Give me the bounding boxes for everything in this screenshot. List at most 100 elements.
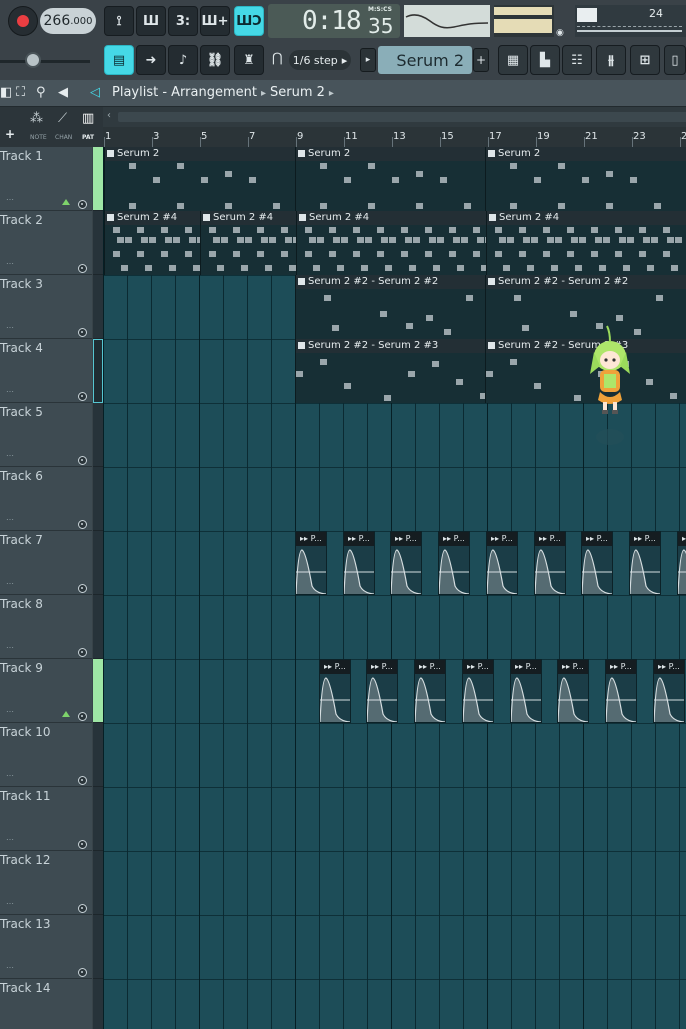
timeline-ruler[interactable]: ‹ 135791113151719212325 — [103, 107, 686, 147]
audio-clip[interactable]: ▸▸ P... — [581, 531, 613, 595]
track-mute-button[interactable] — [78, 584, 87, 593]
metronome-button[interactable]: ⟟ — [104, 6, 134, 36]
breadcrumb-pattern[interactable]: Serum 2 — [270, 85, 325, 100]
track-header[interactable]: Track 13… — [0, 915, 92, 979]
audio-clip-title[interactable]: ▸▸ P... — [630, 532, 660, 546]
track-mute-button[interactable] — [78, 712, 87, 721]
playlist-window-button[interactable]: ▦ — [498, 45, 528, 75]
add-track-button[interactable]: + — [5, 127, 15, 141]
eye-icon[interactable]: ◉ — [556, 28, 564, 38]
track-menu-icon[interactable]: … — [6, 641, 14, 650]
clip-title[interactable]: Serum 2 — [296, 147, 485, 161]
zoom-tool-icon[interactable]: ⚲ — [36, 85, 46, 100]
track-name[interactable]: Track 10 — [0, 725, 50, 739]
tempo-display[interactable]: 266.000 — [40, 8, 96, 34]
record-button[interactable] — [8, 6, 38, 36]
piano-roll-window-button[interactable]: ▙ — [530, 45, 560, 75]
track-color-strip[interactable] — [93, 979, 103, 1029]
track-color-strip[interactable] — [93, 531, 103, 595]
track-header[interactable]: Track 4… — [0, 339, 92, 403]
track-color-strip[interactable] — [93, 659, 103, 723]
master-volume-knob[interactable] — [25, 52, 41, 68]
audio-clip[interactable]: ▸▸ P... — [295, 531, 327, 595]
add-pattern-button[interactable]: + — [473, 48, 489, 72]
track-name[interactable]: Track 12 — [0, 853, 50, 867]
track-color-strip[interactable] — [93, 723, 103, 787]
track-menu-icon[interactable]: … — [6, 577, 14, 586]
audio-clip[interactable]: ▸▸ P... — [414, 659, 446, 723]
scrollbar-thumb[interactable] — [118, 112, 686, 122]
track-color-strip[interactable] — [93, 403, 103, 467]
audio-clip-title[interactable]: ▸▸ P... — [511, 660, 541, 674]
pattern-clip[interactable]: Serum 2 #2 - Serum 2 #2 — [295, 275, 485, 339]
track-header[interactable]: Track 14… — [0, 979, 92, 1029]
clip-title[interactable]: Serum 2 #4 — [105, 211, 200, 225]
link-button[interactable]: ⛓ — [200, 45, 230, 75]
track-mute-button[interactable] — [78, 392, 87, 401]
track-menu-icon[interactable]: … — [6, 897, 14, 906]
audio-clip[interactable]: ▸▸ P... — [319, 659, 351, 723]
audio-clip-title[interactable]: ▸▸ P... — [320, 660, 350, 674]
track-menu-icon[interactable]: … — [6, 321, 14, 330]
audio-clip[interactable]: ▸▸ P... — [677, 531, 686, 595]
clip-title[interactable]: Serum 2 #2 - Serum 2 #2 — [486, 275, 686, 289]
pattern-clip[interactable]: Serum 2 — [295, 147, 485, 211]
track-color-strip[interactable] — [93, 915, 103, 979]
track-header[interactable]: Track 3… — [0, 275, 92, 339]
audio-clip[interactable]: ▸▸ P... — [534, 531, 566, 595]
audio-clip[interactable]: ▸▸ P... — [605, 659, 637, 723]
audio-clip[interactable]: ▸▸ P... — [557, 659, 589, 723]
clip-title[interactable]: Serum 2 — [105, 147, 296, 161]
audio-clip[interactable]: ▸▸ P... — [462, 659, 494, 723]
audio-clip-title[interactable]: ▸▸ P... — [439, 532, 469, 546]
speaker-icon[interactable]: ◀ — [58, 85, 68, 100]
track-mute-button[interactable] — [78, 328, 87, 337]
slide-button[interactable]: ♪ — [168, 45, 198, 75]
audio-clip[interactable]: ▸▸ P... — [343, 531, 375, 595]
playlist-view-button[interactable]: ▤ — [104, 45, 134, 75]
track-name[interactable]: Track 5 — [0, 405, 43, 419]
pattern-clip[interactable]: Serum 2 — [485, 147, 686, 211]
track-name[interactable]: Track 2 — [0, 213, 43, 227]
track-header[interactable]: Track 5 … — [0, 403, 92, 467]
audio-clip[interactable]: ▸▸ P... — [390, 531, 422, 595]
next-button[interactable]: ➜ — [136, 45, 166, 75]
audio-clip-title[interactable]: ▸▸ P... — [367, 660, 397, 674]
track-mute-button[interactable] — [78, 968, 87, 977]
channel-rack-button[interactable]: ☷ — [562, 45, 592, 75]
track-mute-button[interactable] — [78, 904, 87, 913]
track-header[interactable]: Track 10… — [0, 723, 92, 787]
track-header[interactable]: Track 9… — [0, 659, 92, 723]
note-label[interactable]: NOTE — [30, 134, 47, 141]
audio-clip-title[interactable]: ▸▸ P... — [558, 660, 588, 674]
track-mute-button[interactable] — [78, 776, 87, 785]
pat-label[interactable]: PAT — [82, 134, 94, 141]
audio-clip[interactable]: ▸▸ P... — [510, 659, 542, 723]
playlist-grid[interactable]: Serum 2 Serum 2 Serum 2 Serum 2 #4 Serum 2 #… — [103, 147, 686, 1029]
audio-clip-icon[interactable]: ⁂ — [30, 111, 43, 126]
pattern-clip[interactable]: Serum 2 #4 — [200, 211, 296, 275]
track-menu-icon[interactable]: … — [6, 193, 14, 202]
track-menu-icon[interactable]: … — [6, 449, 14, 458]
track-mute-button[interactable] — [78, 264, 87, 273]
track-name[interactable]: Track 8 — [0, 597, 43, 611]
track-mute-button[interactable] — [78, 520, 87, 529]
audio-clip-title[interactable]: ▸▸ P... — [654, 660, 684, 674]
track-name[interactable]: Track 4 — [0, 341, 43, 355]
audio-clip-title[interactable]: ▸▸ P... — [535, 532, 565, 546]
audio-clip[interactable]: ▸▸ P... — [438, 531, 470, 595]
track-mute-button[interactable] — [78, 648, 87, 657]
track-mute-button[interactable] — [78, 456, 87, 465]
audio-clip[interactable]: ▸▸ P... — [366, 659, 398, 723]
track-mute-button[interactable] — [78, 840, 87, 849]
track-menu-icon[interactable]: … — [6, 1025, 14, 1029]
loop-record-button[interactable]: ШƆ — [234, 6, 264, 36]
audio-clip-title[interactable]: ▸▸ P... — [463, 660, 493, 674]
track-header[interactable]: Track 12 … — [0, 851, 92, 915]
track-name[interactable]: Track 7 — [0, 533, 43, 547]
audio-clip-title[interactable]: ▸▸ P... — [678, 532, 686, 546]
track-name[interactable]: Track 11 — [0, 789, 50, 803]
audio-clip-title[interactable]: ▸▸ P... — [582, 532, 612, 546]
clip-title[interactable]: Serum 2 #2 - Serum 2 #3 — [296, 339, 485, 353]
track-color-strip[interactable] — [93, 275, 103, 339]
